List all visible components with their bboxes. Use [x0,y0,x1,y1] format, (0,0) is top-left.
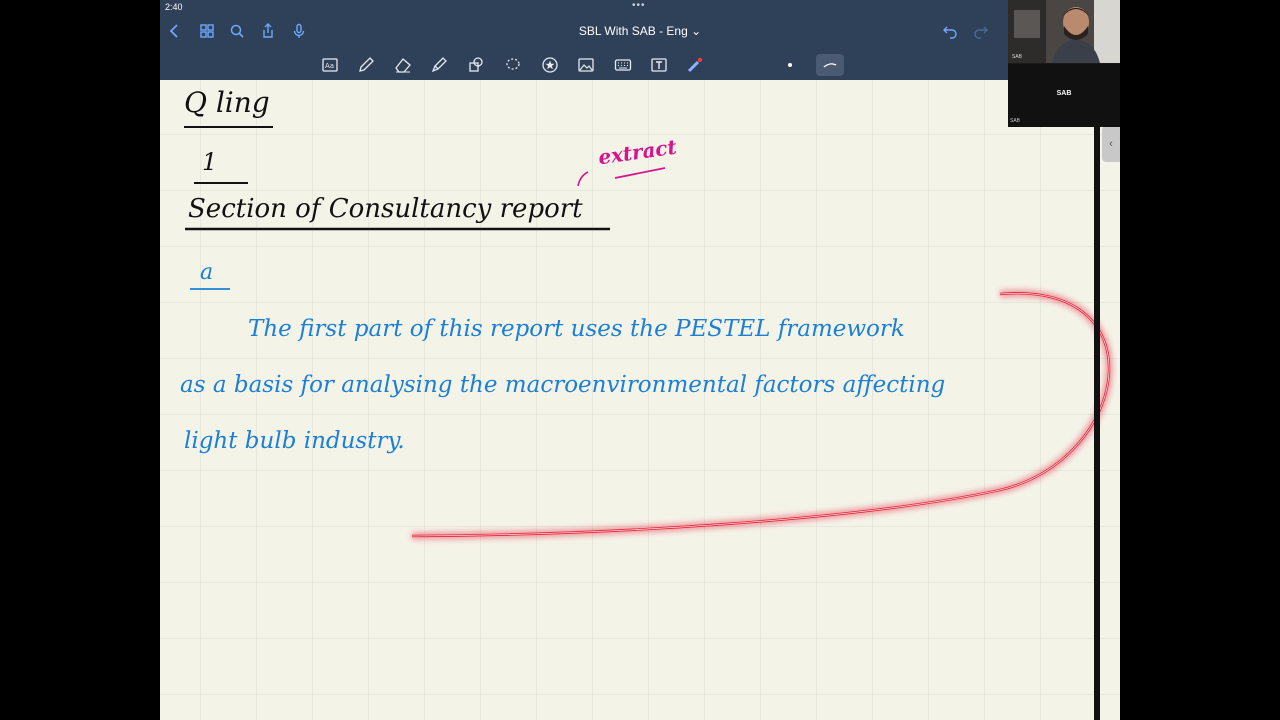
highlighter-icon [431,57,447,73]
keyboard-icon [614,59,632,71]
redo-icon [974,26,988,39]
laser-line-option[interactable] [816,54,844,76]
notebook-page-drawing [160,80,1120,720]
text-recognition-icon: Aa [322,58,338,72]
laser-line-icon [823,63,837,68]
star-sticker-icon [542,57,558,73]
notebook-page[interactable]: Q ling 1 Section of Consultancy report e… [160,80,1120,720]
shapes-icon [469,57,483,72]
presenter-camera-tile: SAB [1008,0,1120,63]
text-box-icon [651,58,667,72]
handwritten-section-title: Section of Consultancy report [188,194,583,224]
handwritten-line-1: The first part of this report uses the P… [248,316,905,342]
grid-background [160,80,1120,720]
text-tool-button[interactable] [647,54,671,76]
handwritten-heading: Q ling [184,86,270,119]
search-button[interactable] [226,20,248,42]
image-tool-button[interactable] [574,54,598,76]
dot-icon [788,63,792,67]
laser-pointer-tool-button[interactable] [683,54,707,76]
pen-icon [359,57,374,72]
grid-view-button[interactable] [196,20,218,42]
elements-tool-button[interactable] [538,54,562,76]
image-icon [578,58,594,72]
page-divider-rail [1094,126,1100,720]
handwritten-line-2: as a basis for analysing the macroenviro… [180,372,946,398]
back-button[interactable] [164,20,186,42]
grid-icon [200,24,214,38]
participant-corner-label: SAB [1010,118,1021,124]
laser-dot-option[interactable] [778,54,802,76]
chevron-left-icon [169,24,178,38]
lasso-tool-button[interactable] [501,54,525,76]
share-button[interactable] [257,20,279,42]
redo-button[interactable] [970,20,992,42]
undo-icon [943,26,957,39]
video-call-panel: SAB SAB SAB [1008,0,1120,127]
participant-name: SAB [1056,90,1072,97]
highlighter-tool-button[interactable] [427,54,451,76]
keyboard-tool-button[interactable] [611,54,635,76]
multitask-dots[interactable]: ••• [632,0,646,11]
notes-app-window: 2:40 ••• SBL With SAB - Eng ⌄ Aa Q ling … [160,0,1120,720]
top-navigation-bar: 2:40 ••• SBL With SAB - Eng ⌄ Aa [160,0,1120,80]
lasso-icon [506,58,520,70]
eraser-tool-button[interactable] [391,54,415,76]
handwritten-part-label: a [200,260,214,285]
microphone-button[interactable] [288,20,310,42]
status-time: 2:40 [165,2,183,12]
document-title[interactable]: SBL With SAB - Eng ⌄ [540,24,740,38]
eraser-icon [395,58,411,73]
lasso-text-tool-button[interactable]: Aa [318,54,342,76]
undo-button[interactable] [939,20,961,42]
share-icon [263,23,273,38]
presenter-name-label: SAB [1012,54,1023,60]
handwritten-question-number: 1 [202,148,218,176]
presenter-video [1008,0,1120,63]
shapes-tool-button[interactable] [464,54,488,76]
microphone-icon [293,23,305,38]
pen-tool-button[interactable] [354,54,378,76]
participant-tile: SAB SAB [1008,64,1120,127]
laser-pointer-icon [687,58,702,73]
search-icon [230,24,244,38]
svg-text:Aa: Aa [325,62,334,70]
sidebar-pull-tab[interactable]: ‹ [1102,126,1120,162]
handwritten-line-3: light bulb industry. [184,428,405,454]
